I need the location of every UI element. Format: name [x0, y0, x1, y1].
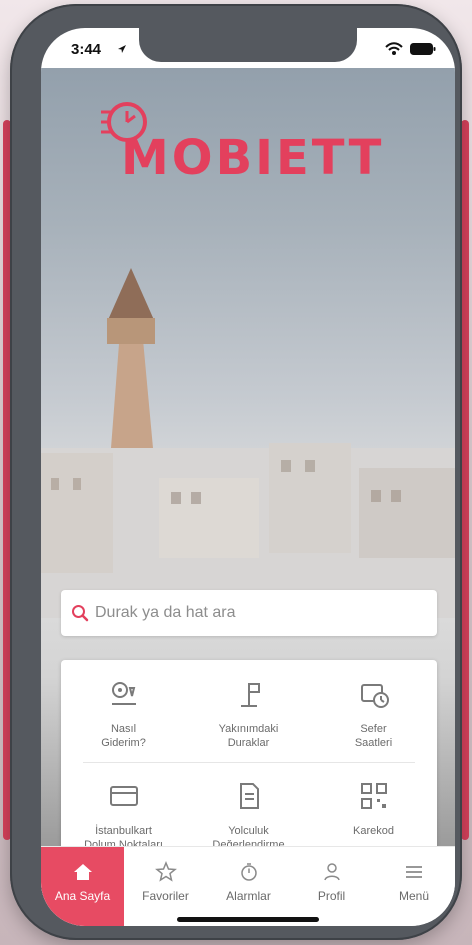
quick-action-label: Sefer Saatleri	[354, 723, 393, 749]
card-topup-icon	[109, 786, 138, 806]
quick-action-how-to-get[interactable]: Nasıl Giderim?	[61, 660, 186, 760]
status-bar: 3:44	[41, 28, 455, 72]
menu-icon	[406, 866, 422, 878]
quick-action-label: Karekod	[353, 825, 394, 837]
logo-text: MOBIETT	[121, 130, 385, 186]
bottom-tab-bar: Ana Sayfa Favoriler Alarmlar Profil Menü	[41, 846, 455, 926]
search-input[interactable]: Durak ya da hat ara	[95, 604, 236, 622]
search-icon	[72, 605, 89, 622]
star-icon	[154, 861, 177, 882]
quick-action-label: Yakınımdaki Duraklar	[218, 723, 279, 749]
tab-menu[interactable]: Menü	[373, 847, 455, 926]
route-pin-icon	[111, 682, 136, 705]
tab-home[interactable]: Ana Sayfa	[41, 847, 124, 926]
status-time: 3:44	[71, 41, 102, 58]
quick-actions-card: Nasıl Giderim? Yakınımdaki Duraklar Sefe…	[61, 660, 437, 848]
user-icon	[323, 863, 340, 881]
rating-form-icon	[239, 783, 259, 809]
quick-action-qr-code[interactable]: Karekod	[311, 762, 436, 848]
quick-action-label: Nasıl Giderim?	[101, 723, 146, 749]
tab-label: Favoriler	[142, 889, 189, 903]
tab-label: Menü	[398, 889, 430, 903]
quick-action-card-topup[interactable]: İstanbulkart Dolum Noktaları	[61, 762, 186, 848]
schedule-clock-icon	[360, 684, 389, 708]
home-indicator	[177, 917, 319, 922]
logo-speed-lines-icon	[101, 102, 147, 142]
search-bar[interactable]: Durak ya da hat ara	[61, 590, 437, 636]
qr-code-icon	[360, 783, 387, 809]
stopwatch-icon	[240, 863, 257, 881]
app-logo: MOBIETT	[121, 130, 381, 190]
battery-icon	[410, 43, 436, 55]
home-icon	[73, 864, 92, 880]
app-screen: 3:44 MOBIETT Durak ya da hat ara Nasıl G…	[41, 28, 455, 926]
tab-alarms[interactable]: Alarmlar	[207, 847, 290, 926]
quick-action-nearby-stops[interactable]: Yakınımdaki Duraklar	[186, 660, 311, 760]
hero-image: MOBIETT Durak ya da hat ara Nasıl Gideri…	[41, 68, 455, 848]
phone-side-accent-right	[461, 120, 469, 840]
galata-tower-cityscape-image	[41, 268, 455, 618]
tab-label: Profil	[317, 889, 346, 903]
quick-action-label: İstanbulkart Dolum Noktaları	[84, 825, 163, 848]
location-arrow-icon	[118, 45, 126, 53]
quick-action-timetable[interactable]: Sefer Saatleri	[311, 660, 436, 760]
quick-action-trip-rating[interactable]: Yolculuk Değerlendirme	[186, 762, 311, 848]
tab-label: Ana Sayfa	[54, 889, 111, 903]
phone-frame: 3:44 MOBIETT Durak ya da hat ara Nasıl G…	[10, 4, 462, 940]
tab-favorites[interactable]: Favoriler	[124, 847, 207, 926]
tab-profile[interactable]: Profil	[290, 847, 373, 926]
tab-label: Alarmlar	[226, 889, 271, 903]
wifi-icon	[385, 42, 403, 55]
quick-action-label: Yolculuk Değerlendirme	[212, 825, 285, 848]
bus-stop-icon	[240, 683, 260, 707]
